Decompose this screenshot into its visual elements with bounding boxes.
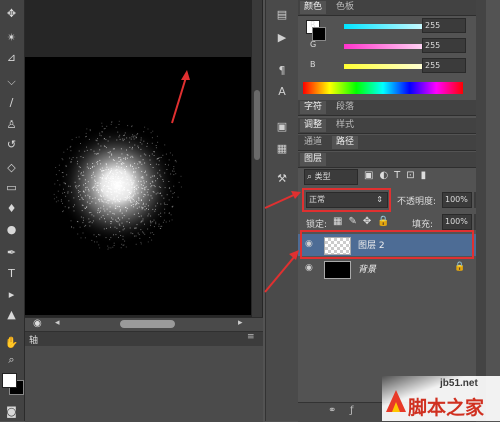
brush-icon[interactable]: ∕ bbox=[3, 95, 20, 110]
panel-menu-icon[interactable]: ≡ bbox=[247, 332, 255, 342]
move-tool-icon[interactable]: ✥ bbox=[3, 6, 20, 21]
history-panel-icon[interactable]: ▤ bbox=[274, 8, 290, 22]
highlight-box-layer2 bbox=[300, 230, 474, 259]
blur-icon[interactable]: ♦ bbox=[3, 201, 20, 216]
path-select-icon[interactable]: ▸ bbox=[3, 287, 20, 302]
fill-label: 填充: bbox=[412, 220, 434, 230]
adjust-panel-tabbar: 调整 样式 bbox=[298, 118, 476, 134]
green-label: G bbox=[310, 40, 317, 49]
layer-thumbnail bbox=[324, 261, 351, 279]
timeline-tab[interactable]: 轴 bbox=[29, 333, 38, 346]
opacity-input[interactable]: 100% bbox=[442, 192, 472, 208]
green-value[interactable]: 255 bbox=[422, 38, 466, 53]
dodge-icon[interactable]: ● bbox=[3, 222, 20, 237]
lock-icons[interactable]: ▦✎✥🔒 bbox=[333, 216, 396, 227]
zoom-icon[interactable]: ⌕ bbox=[3, 352, 20, 367]
crop-icon[interactable]: ⊿ bbox=[3, 50, 20, 65]
tab-paths[interactable]: 路径 bbox=[332, 136, 359, 149]
lock-icon: 🔒 bbox=[454, 262, 466, 272]
layer-comps-icon[interactable]: ▣ bbox=[274, 120, 290, 134]
blue-slider[interactable]: B 255 bbox=[310, 58, 470, 73]
fill-value: 100% bbox=[445, 217, 468, 226]
fx-icon[interactable]: ƒ bbox=[350, 405, 354, 416]
type-panel-tabbar: 字符 段落 bbox=[298, 100, 476, 116]
red-value[interactable]: 255 bbox=[422, 18, 466, 33]
blue-label: B bbox=[310, 60, 316, 69]
watermark-site: jb51.net bbox=[440, 378, 478, 389]
history-brush-icon[interactable]: ↺ bbox=[3, 137, 20, 152]
lock-label: 锁定: bbox=[306, 220, 328, 230]
tool-presets-icon[interactable]: ⚒ bbox=[274, 172, 290, 186]
tab-channels[interactable]: 通道 bbox=[300, 136, 326, 149]
visibility-eye-icon[interactable]: ◉ bbox=[305, 263, 317, 273]
tab-paragraph[interactable]: 段落 bbox=[332, 101, 358, 114]
blue-value[interactable]: 255 bbox=[422, 58, 466, 73]
magic-wand-icon[interactable]: ✴ bbox=[3, 30, 20, 45]
notes-panel-icon[interactable]: ▦ bbox=[274, 142, 290, 156]
tab-adjustments[interactable]: 调整 bbox=[300, 119, 327, 132]
tab-color[interactable]: 颜色 bbox=[300, 1, 327, 14]
tab-character[interactable]: 字符 bbox=[300, 101, 327, 114]
watermark-logo bbox=[386, 390, 406, 412]
green-slider[interactable]: G 255 bbox=[310, 38, 470, 53]
tools-panel: ✥ ✴ ⊿ ⌵ ∕ ♙ ↺ ◇ ▭ ♦ ● ✒ T ▸ ▲ ✋ ⌕ ◙ bbox=[0, 0, 25, 421]
timeline-tab-bar: 轴 ≡ bbox=[25, 332, 263, 346]
highlight-box-blend-mode bbox=[302, 188, 391, 212]
watermark-brand: 脚本之家 bbox=[408, 398, 485, 419]
layer-filter-kind: 类型 bbox=[314, 172, 331, 181]
layer-row-background[interactable]: ◉ 背景 🔒 bbox=[298, 258, 476, 280]
tab-styles[interactable]: 样式 bbox=[332, 119, 358, 132]
status-menu-icon[interactable]: ◉ bbox=[33, 318, 42, 329]
layer-name[interactable]: 背景 bbox=[358, 262, 376, 275]
layer-filter-icons[interactable]: ▣◐T⊡▮ bbox=[364, 170, 432, 181]
link-layers-icon[interactable]: ⚭ bbox=[328, 405, 336, 416]
gradient-icon[interactable]: ▭ bbox=[3, 180, 20, 195]
layer-filter-select[interactable]: ⌕ 类型 bbox=[304, 169, 358, 185]
fill-input[interactable]: 100% bbox=[442, 214, 472, 230]
search-icon: ⌕ bbox=[307, 172, 313, 182]
scroll-right-icon[interactable]: ▸ bbox=[238, 318, 243, 328]
character-panel-icon[interactable]: A bbox=[274, 85, 290, 99]
horizontal-scroll-thumb[interactable] bbox=[120, 320, 175, 328]
tab-swatches[interactable]: 色板 bbox=[332, 1, 358, 14]
hand-icon[interactable]: ✋ bbox=[3, 335, 20, 350]
color-spectrum-ramp[interactable] bbox=[303, 82, 463, 94]
red-arrows-icon bbox=[264, 191, 301, 293]
vertical-scroll-thumb[interactable] bbox=[254, 90, 260, 160]
channels-panel-tabbar: 通道 路径 bbox=[298, 135, 476, 151]
color-panel-tabbar: 颜色 色板 bbox=[298, 0, 476, 16]
type-icon[interactable]: T bbox=[3, 266, 20, 281]
clone-stamp-icon[interactable]: ♙ bbox=[3, 117, 20, 132]
quick-mask-icon[interactable]: ◙ bbox=[3, 404, 20, 419]
panel-scrollbar[interactable] bbox=[476, 0, 486, 421]
scroll-left-icon[interactable]: ◂ bbox=[55, 318, 60, 328]
red-label: R bbox=[310, 20, 316, 29]
opacity-value: 100% bbox=[445, 195, 468, 204]
actions-play-icon[interactable]: ▶ bbox=[274, 31, 290, 45]
pen-icon[interactable]: ✒ bbox=[3, 245, 20, 260]
opacity-label: 不透明度: bbox=[397, 197, 437, 207]
tab-layers[interactable]: 图层 bbox=[300, 153, 327, 166]
red-arrow-icon bbox=[171, 70, 190, 124]
canvas[interactable] bbox=[25, 57, 251, 315]
eraser-icon[interactable]: ◇ bbox=[3, 160, 20, 175]
layers-panel-tabbar: 图层 bbox=[298, 152, 476, 168]
eyedropper-icon[interactable]: ⌵ bbox=[3, 74, 20, 89]
paragraph-panel-icon[interactable]: ¶ bbox=[274, 64, 290, 78]
red-slider[interactable]: R 255 bbox=[310, 18, 470, 33]
foreground-color-swatch[interactable] bbox=[2, 373, 17, 388]
shape-icon[interactable]: ▲ bbox=[3, 307, 20, 322]
